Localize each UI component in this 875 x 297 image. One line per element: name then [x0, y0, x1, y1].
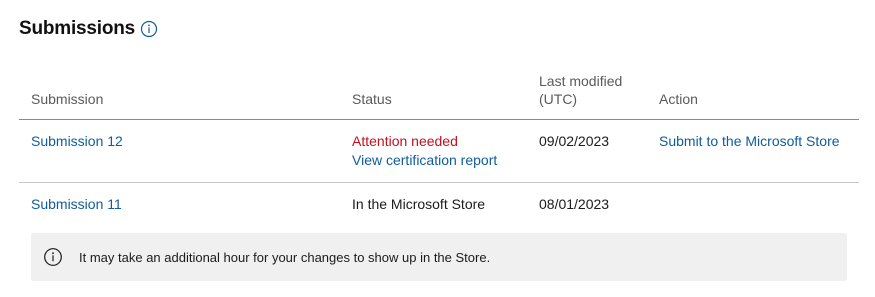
page-title: Submissions [19, 18, 136, 39]
submissions-table: Submission Status Last modified (UTC) Ac… [19, 70, 859, 233]
view-certification-report-link[interactable]: View certification report [352, 152, 497, 168]
info-icon [43, 247, 63, 267]
table-row: Submission 11 In the Microsoft Store 08/… [19, 183, 859, 233]
page-header: Submissions [19, 18, 158, 40]
submission-11-link[interactable]: Submission 11 [31, 196, 122, 212]
notice-text: It may take an additional hour for your … [79, 249, 491, 265]
status-in-store: In the Microsoft Store [352, 196, 486, 212]
last-modified-value: 09/02/2023 [539, 133, 610, 149]
column-header-status: Status [352, 91, 392, 107]
table-row: Submission 12 Attention needed View cert… [19, 120, 859, 183]
info-icon[interactable] [140, 20, 158, 38]
last-modified-value: 08/01/2023 [539, 196, 610, 212]
submit-to-store-link[interactable]: Submit to the Microsoft Store [659, 133, 840, 149]
status-attention-needed: Attention needed [352, 133, 458, 149]
submission-12-link[interactable]: Submission 12 [31, 133, 123, 149]
column-header-last-modified: Last modified [539, 73, 623, 89]
column-header-action: Action [659, 91, 698, 107]
table-header: Submission Status Last modified (UTC) Ac… [19, 70, 859, 120]
column-header-last-modified-utc: (UTC) [539, 91, 578, 107]
column-header-submission: Submission [31, 91, 104, 107]
info-notice: It may take an additional hour for your … [31, 233, 847, 281]
